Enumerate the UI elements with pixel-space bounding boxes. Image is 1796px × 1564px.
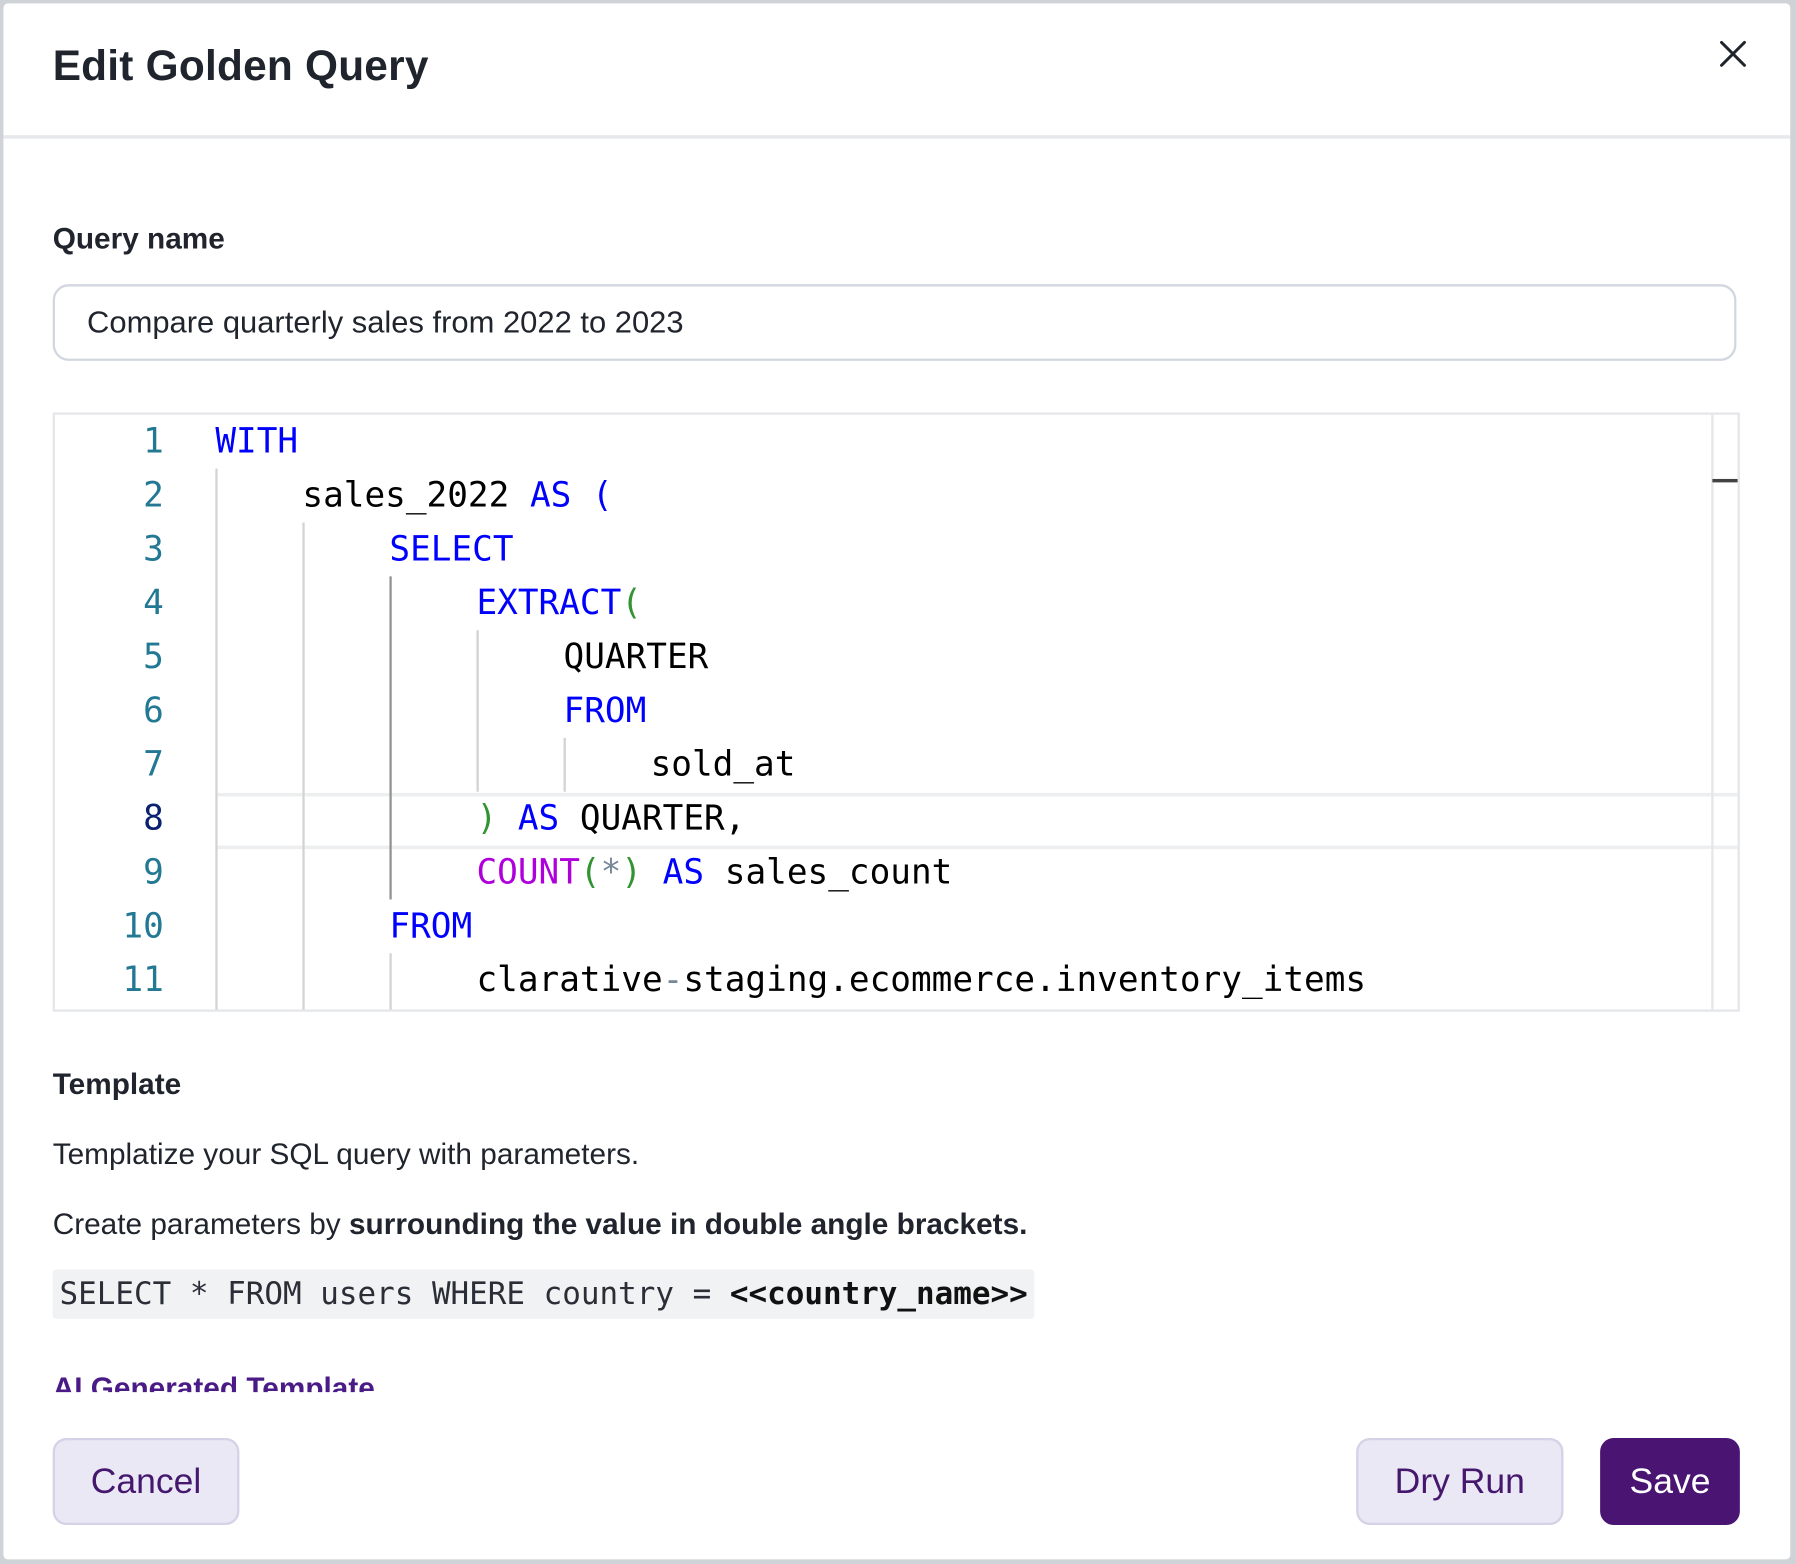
sql-identifier: QUARTER xyxy=(563,637,709,678)
indent-guide xyxy=(563,737,566,792)
sql-operator: - xyxy=(662,960,684,1001)
sql-identifier: sales_2022 xyxy=(302,475,510,516)
line-number-active: 8 xyxy=(143,798,164,839)
code-area[interactable]: WITH sales_2022 AS ( SELECT EXTRACT( QUA… xyxy=(215,415,1738,1010)
template-heading: Template xyxy=(52,1066,182,1102)
sql-operator: * xyxy=(600,852,622,893)
instruction-text: Create parameters by xyxy=(52,1206,349,1241)
example-sql: SELECT * FROM users WHERE country = xyxy=(59,1276,730,1312)
minimap-slider[interactable] xyxy=(1712,478,1738,483)
sql-editor[interactable]: 1 2 3 4 5 6 7 8 9 10 11 WITH sales_2022 … xyxy=(52,412,1740,1012)
sql-keyword: FROM xyxy=(389,906,473,947)
close-button[interactable] xyxy=(1712,33,1753,74)
sql-paren: ) xyxy=(476,798,498,839)
sql-identifier: sales_count xyxy=(724,852,953,893)
sql-paren: ( xyxy=(579,852,601,893)
line-number: 11 xyxy=(122,960,164,1001)
sql-paren: ) xyxy=(621,852,642,893)
current-line-highlight xyxy=(217,792,1738,850)
sql-keyword: AS xyxy=(529,475,572,516)
code-line: FROM xyxy=(564,684,647,738)
sql-keyword: SELECT xyxy=(389,529,514,570)
save-button[interactable]: Save xyxy=(1600,1437,1740,1526)
sql-keyword: FROM xyxy=(563,690,647,732)
sql-identifier: clarative xyxy=(476,960,663,1001)
template-description: Templatize your SQL query with parameter… xyxy=(52,1136,640,1172)
minimap-border xyxy=(1711,414,1714,1010)
dry-run-button[interactable]: Dry Run xyxy=(1356,1437,1564,1526)
line-number: 5 xyxy=(143,637,164,678)
code-line: SELECT xyxy=(389,522,513,576)
line-number: 4 xyxy=(143,583,164,624)
code-line-active: ) AS QUARTER, xyxy=(476,792,745,846)
code-line: FROM xyxy=(389,899,472,953)
code-line: EXTRACT( xyxy=(476,576,642,630)
sql-function: COUNT xyxy=(476,852,580,893)
cancel-button[interactable]: Cancel xyxy=(52,1437,240,1526)
template-example-code: SELECT * FROM users WHERE country = <<co… xyxy=(52,1269,1035,1319)
sql-paren: ( xyxy=(592,475,613,516)
line-number: 6 xyxy=(143,690,164,732)
sql-identifier: QUARTER, xyxy=(579,798,746,839)
query-name-input[interactable] xyxy=(52,284,1737,361)
close-icon xyxy=(1720,40,1746,67)
line-number: 10 xyxy=(122,906,164,947)
instruction-emphasis: surrounding the value in double angle br… xyxy=(348,1206,1028,1241)
indent-guide xyxy=(389,953,392,1010)
line-number-gutter: 1 2 3 4 5 6 7 8 9 10 11 xyxy=(55,415,215,1010)
code-line: sold_at xyxy=(651,738,796,792)
code-line: sales_2022 AS ( xyxy=(302,469,612,523)
code-line: WITH xyxy=(215,415,298,469)
code-line: COUNT(*) AS sales_count xyxy=(476,846,952,900)
sql-identifier: sold_at xyxy=(650,744,796,785)
code-line: QUARTER xyxy=(564,630,709,684)
ai-generated-template-link[interactable]: AI Generated Template xyxy=(53,1370,375,1392)
sql-keyword: WITH xyxy=(215,421,299,462)
code-line: clarative-staging.ecommerce.inventory_it… xyxy=(476,953,1366,1007)
edit-golden-query-dialog: Edit Golden Query Query name 1 2 3 4 5 6… xyxy=(3,3,1791,1560)
line-number: 3 xyxy=(143,529,164,570)
line-number: 2 xyxy=(143,475,164,516)
indent-guide xyxy=(302,522,305,1010)
line-number: 7 xyxy=(143,744,164,785)
dialog-header: Edit Golden Query xyxy=(3,3,1791,139)
ai-generated-template-section: AI Generated Template xyxy=(53,1367,740,1392)
line-number: 9 xyxy=(143,852,164,893)
sql-keyword: AS xyxy=(662,852,705,893)
template-instruction: Create parameters by surrounding the val… xyxy=(53,1207,1028,1243)
line-number: 1 xyxy=(143,421,164,462)
dialog-title: Edit Golden Query xyxy=(52,42,429,90)
indent-guide-active xyxy=(389,576,392,900)
query-name-label: Query name xyxy=(52,221,225,256)
sql-identifier: staging.ecommerce.inventory_items xyxy=(683,960,1367,1001)
screen: Edit Golden Query Query name 1 2 3 4 5 6… xyxy=(0,0,1796,1564)
sql-keyword: AS xyxy=(517,798,560,839)
example-parameter: <<country_name>> xyxy=(729,1276,1028,1312)
indent-guide xyxy=(476,630,479,792)
sql-paren: ( xyxy=(621,583,642,624)
indent-guide xyxy=(215,468,218,1010)
sql-keyword: EXTRACT xyxy=(476,583,622,624)
